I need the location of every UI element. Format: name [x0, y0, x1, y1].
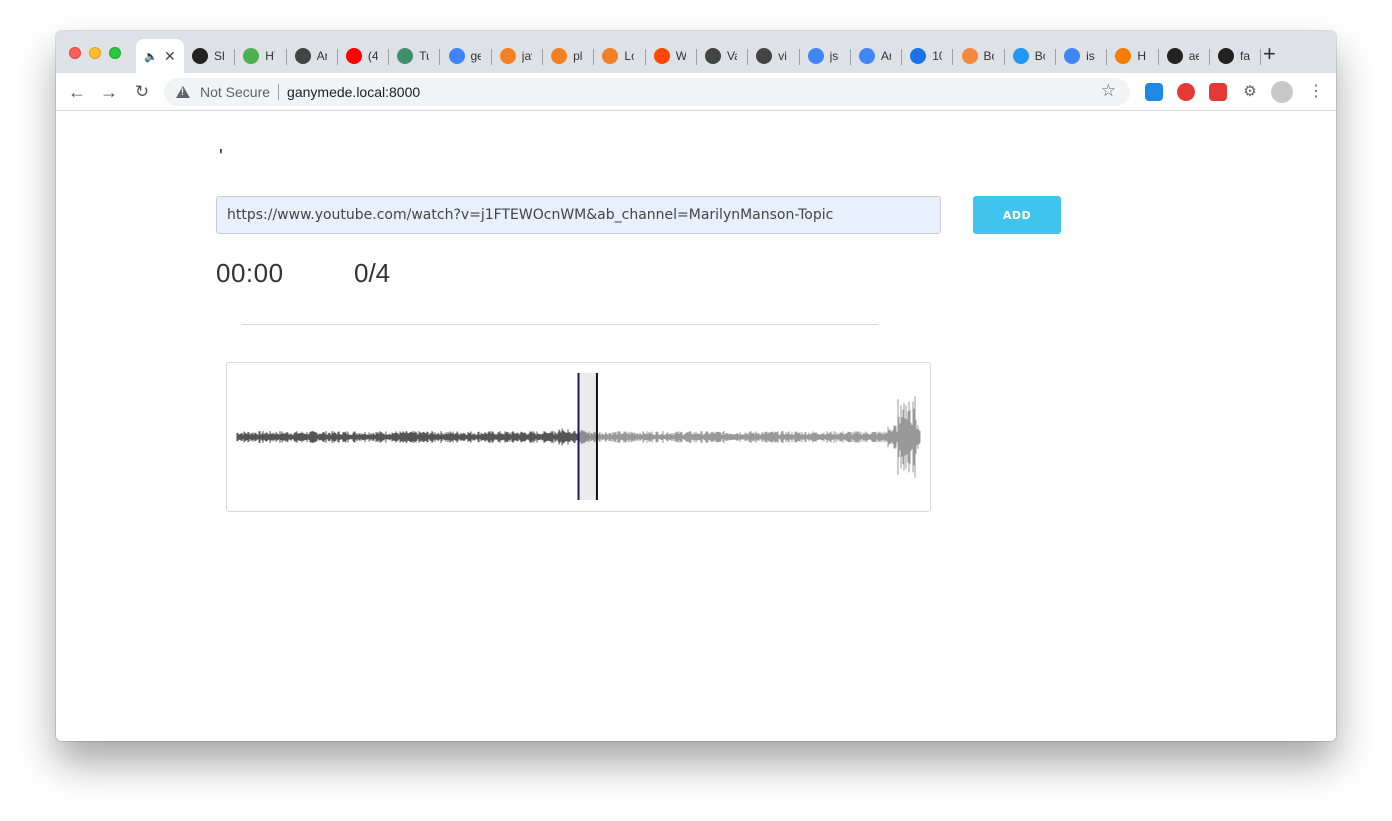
- tab[interactable]: HT: [235, 39, 287, 73]
- waveform-container[interactable]: [226, 362, 931, 512]
- tab-label: Bo: [1034, 49, 1045, 63]
- tab[interactable]: jav: [492, 39, 544, 73]
- star-icon: [1115, 48, 1132, 64]
- stackoverflow-icon: [602, 48, 619, 64]
- tab[interactable]: pl: [543, 39, 595, 73]
- time-display: 00:00: [216, 258, 284, 288]
- square-icon: [1012, 48, 1029, 64]
- extension-youtube-icon[interactable]: [1209, 83, 1227, 101]
- github-icon: [1166, 48, 1183, 64]
- tab-label: Va: [727, 49, 737, 63]
- new-tab-button[interactable]: +: [1263, 43, 1276, 65]
- separator: [278, 84, 280, 100]
- forward-icon[interactable]: →: [98, 81, 120, 103]
- tab-label: HT: [265, 49, 275, 63]
- flask-icon: [397, 48, 414, 64]
- github-icon: [1218, 48, 1234, 64]
- tab-label: Ar: [880, 49, 891, 63]
- url-input[interactable]: [216, 196, 941, 234]
- tab[interactable]: vi: [748, 39, 800, 73]
- tab-label: js: [829, 49, 839, 63]
- tab[interactable]: (4: [338, 39, 390, 73]
- divider: [242, 324, 878, 325]
- tab[interactable]: Sh: [184, 39, 236, 73]
- google-icon: [448, 48, 465, 64]
- selection-region[interactable]: [578, 373, 597, 500]
- browser-window: 🔈 ✕ Sh HT Ar (4 Tu ge jav pl Lo W Va vi js Ar 10 Bo Bo is…: [56, 31, 1336, 741]
- google-icon: [807, 48, 824, 64]
- tab[interactable]: Bo: [1005, 39, 1057, 73]
- tab[interactable]: Ar: [851, 39, 903, 73]
- maximize-window-button[interactable]: [109, 47, 121, 59]
- s-circle-icon: [192, 48, 208, 64]
- waveform[interactable]: [227, 363, 930, 511]
- google-icon: [1064, 48, 1081, 64]
- tab[interactable]: ge: [441, 39, 492, 73]
- tab-label: H: [1137, 49, 1147, 63]
- w3-icon: [243, 48, 260, 64]
- avatar[interactable]: [1271, 81, 1293, 103]
- security-label: Not Secure: [200, 84, 271, 100]
- youtube-icon: [345, 48, 362, 64]
- kebab-menu-icon[interactable]: ⋮: [1307, 83, 1325, 101]
- close-window-button[interactable]: [69, 47, 81, 59]
- track-count: 0/4: [354, 258, 391, 288]
- tab[interactable]: ae: [1159, 39, 1210, 73]
- browser-toolbar: ← → ↻ Not Secure ganymede.local:8000 ☆ ⚙…: [56, 73, 1336, 111]
- warning-icon: [176, 86, 190, 98]
- tab[interactable]: is: [1056, 39, 1108, 73]
- tab[interactable]: Lo: [594, 39, 646, 73]
- tab-label: 10: [932, 49, 942, 63]
- tab[interactable]: H: [1107, 39, 1159, 73]
- tab[interactable]: Va: [697, 39, 749, 73]
- add-button[interactable]: ADD: [973, 196, 1061, 234]
- tab-label: is: [1086, 49, 1095, 63]
- tab-label: Bo: [983, 49, 994, 63]
- back-icon[interactable]: ←: [66, 81, 88, 103]
- tab-label: (4: [367, 49, 378, 63]
- puzzle-icon[interactable]: ⚙: [1241, 83, 1259, 101]
- tab-label: ge: [470, 49, 481, 63]
- stackoverflow-icon: [551, 48, 568, 64]
- globe-icon: [294, 48, 311, 64]
- tab-label: vi: [778, 49, 787, 63]
- bookmark-star-icon[interactable]: ☆: [1101, 81, 1116, 101]
- tab-label: W: [675, 49, 686, 63]
- tab-strip: 🔈 ✕ Sh HT Ar (4 Tu ge jav pl Lo W Va vi js Ar 10 Bo Bo is…: [56, 31, 1336, 73]
- tab[interactable]: js: [800, 39, 851, 73]
- url-text: ganymede.local:8000: [287, 84, 421, 100]
- tab-label: Lo: [624, 49, 634, 63]
- globe-icon: [705, 48, 721, 64]
- google-icon: [858, 48, 875, 64]
- tab[interactable]: Tu: [389, 39, 441, 73]
- globe-icon: [756, 48, 773, 64]
- speaker-icon: 🔈: [144, 50, 158, 63]
- tab[interactable]: W: [646, 39, 697, 73]
- tab[interactable]: Ar: [287, 39, 338, 73]
- tab-label: Sh: [214, 49, 224, 63]
- extension-window-icon[interactable]: [1145, 83, 1163, 101]
- page-title: ': [219, 146, 223, 168]
- tab[interactable]: 10: [902, 39, 954, 73]
- tab-label: jav: [521, 49, 532, 63]
- stackoverflow-icon: [499, 48, 516, 64]
- minimize-window-button[interactable]: [89, 47, 101, 59]
- tab-label: Tu: [419, 49, 429, 63]
- tab[interactable]: Bo: [954, 39, 1005, 73]
- tab-label: pl: [573, 49, 583, 63]
- close-tab-icon[interactable]: ✕: [164, 48, 176, 65]
- page-content: ' ADD 00:00 0/4: [56, 111, 1336, 741]
- tab[interactable]: fa: [1210, 39, 1262, 73]
- tab-active[interactable]: 🔈 ✕: [136, 39, 184, 73]
- address-bar[interactable]: Not Secure ganymede.local:8000 ☆: [164, 78, 1130, 106]
- reddit-icon: [653, 48, 670, 64]
- reload-icon[interactable]: ↻: [131, 81, 153, 103]
- tab-label: fa: [1240, 49, 1250, 63]
- hackernoon-icon: [910, 48, 927, 64]
- tab-label: Ar: [316, 49, 327, 63]
- extension-hand-icon[interactable]: [1177, 83, 1195, 101]
- fox-icon: [961, 48, 978, 64]
- tab-label: ae: [1188, 49, 1199, 63]
